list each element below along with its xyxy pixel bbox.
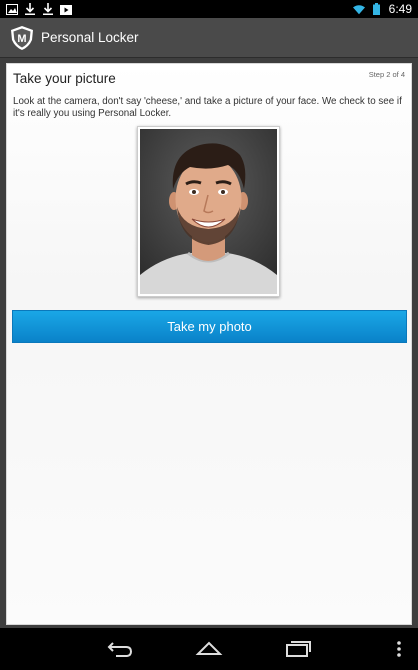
mcafee-shield-logo: M <box>9 25 35 51</box>
take-photo-button[interactable]: Take my photo <box>12 310 407 343</box>
step-indicator: Step 2 of 4 <box>368 70 405 79</box>
overflow-menu-icon[interactable] <box>396 640 402 658</box>
action-bar: M Personal Locker <box>0 18 418 58</box>
status-bar: 6:49 <box>0 0 418 18</box>
recent-apps-icon[interactable] <box>284 638 312 658</box>
instructions-text: Look at the camera, don't say 'cheese,' … <box>13 96 402 120</box>
video-icon <box>60 3 72 15</box>
clock: 6:49 <box>388 2 412 16</box>
home-icon[interactable] <box>195 638 223 658</box>
app-title: Personal Locker <box>41 30 139 45</box>
page-title: Take your picture <box>13 71 116 86</box>
logo-letter: M <box>17 33 26 45</box>
navigation-bar <box>0 628 418 670</box>
battery-icon <box>371 3 383 15</box>
download-icon <box>42 3 54 15</box>
gallery-icon <box>6 3 18 15</box>
sample-face-photo <box>137 126 280 297</box>
face-illustration <box>140 129 277 294</box>
wifi-icon <box>352 3 365 15</box>
download-icon <box>24 3 36 15</box>
back-icon[interactable] <box>107 638 133 658</box>
step-card: Take your picture Step 2 of 4 Look at th… <box>6 63 412 625</box>
